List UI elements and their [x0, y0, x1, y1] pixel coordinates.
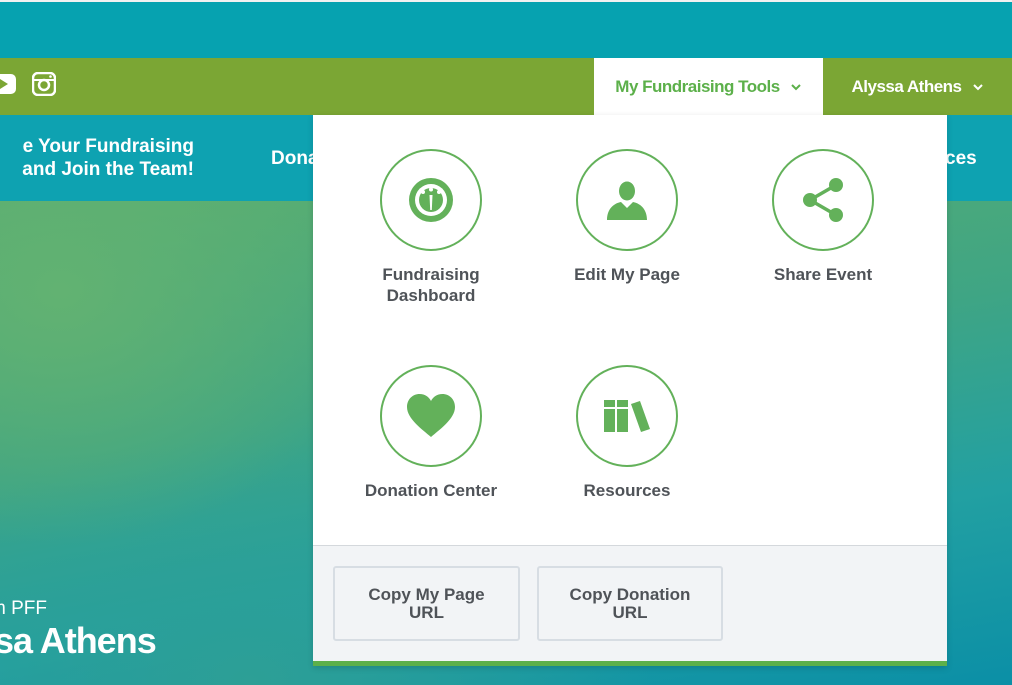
instagram-icon[interactable]	[32, 72, 56, 96]
youtube-icon[interactable]	[0, 73, 16, 95]
my-fundraising-tools-menu[interactable]: My Fundraising Tools	[594, 58, 823, 116]
tool-label-line1: Edit My Page	[574, 265, 680, 284]
copy-donation-url-button[interactable]: Copy Donation URL	[537, 566, 723, 641]
hero-participant-name: sa Athens	[0, 620, 157, 661]
tools-menu-label: My Fundraising Tools	[615, 77, 780, 96]
tool-fundraising-dashboard[interactable]: Fundraising Dashboard	[341, 149, 521, 306]
tool-icon-circle	[576, 149, 678, 251]
chevron-down-icon	[790, 84, 801, 91]
dashboard-gauge-icon	[409, 178, 453, 222]
hero-subtitle: m PFF	[0, 598, 47, 619]
copy-page-line1: Copy My Page	[368, 584, 485, 604]
tool-donation-center[interactable]: Donation Center	[341, 365, 521, 501]
nav-item-donate[interactable]: Dona	[271, 148, 319, 170]
tool-label-line1: Donation Center	[364, 481, 498, 500]
tool-icon-circle	[380, 365, 482, 467]
tool-resources[interactable]: Resources	[537, 365, 717, 501]
nav-item-resources[interactable]: ces	[945, 148, 977, 170]
fundraising-tools-dropdown: Fundraising Dashboard Edit My Page Share…	[313, 115, 947, 666]
nav-promo-line2: and Join the Team!	[22, 159, 194, 180]
tool-label-line1: Resources	[583, 481, 671, 500]
tool-label-line1: Share Event	[773, 265, 873, 284]
books-icon	[604, 400, 650, 432]
tool-label-line1: Fundraising	[382, 265, 480, 284]
top-band	[0, 0, 1012, 58]
dropdown-bottom-accent	[313, 661, 947, 666]
tool-icon-circle	[380, 149, 482, 251]
user-menu-label: Alyssa Athens	[851, 76, 962, 96]
tool-edit-my-page[interactable]: Edit My Page	[537, 149, 717, 285]
copy-donation-line2: URL	[612, 602, 648, 622]
person-icon	[607, 181, 647, 220]
heart-icon	[407, 394, 455, 437]
share-icon	[803, 178, 843, 222]
tool-label-line2: Dashboard	[386, 286, 476, 305]
user-menu[interactable]: Alyssa Athens	[823, 58, 1012, 115]
nav-promo-line1: e Your Fundraising	[22, 136, 194, 157]
tool-icon-circle	[576, 365, 678, 467]
copy-my-page-url-button[interactable]: Copy My Page URL	[333, 566, 520, 641]
copy-donation-line1: Copy Donation	[569, 584, 691, 604]
chevron-down-icon	[972, 83, 983, 90]
tool-icon-circle	[772, 149, 874, 251]
copy-page-line2: URL	[409, 602, 444, 622]
nav-promo-link[interactable]: e Your Fundraising and Join the Team!	[0, 135, 194, 181]
tool-share-event[interactable]: Share Event	[733, 149, 913, 285]
